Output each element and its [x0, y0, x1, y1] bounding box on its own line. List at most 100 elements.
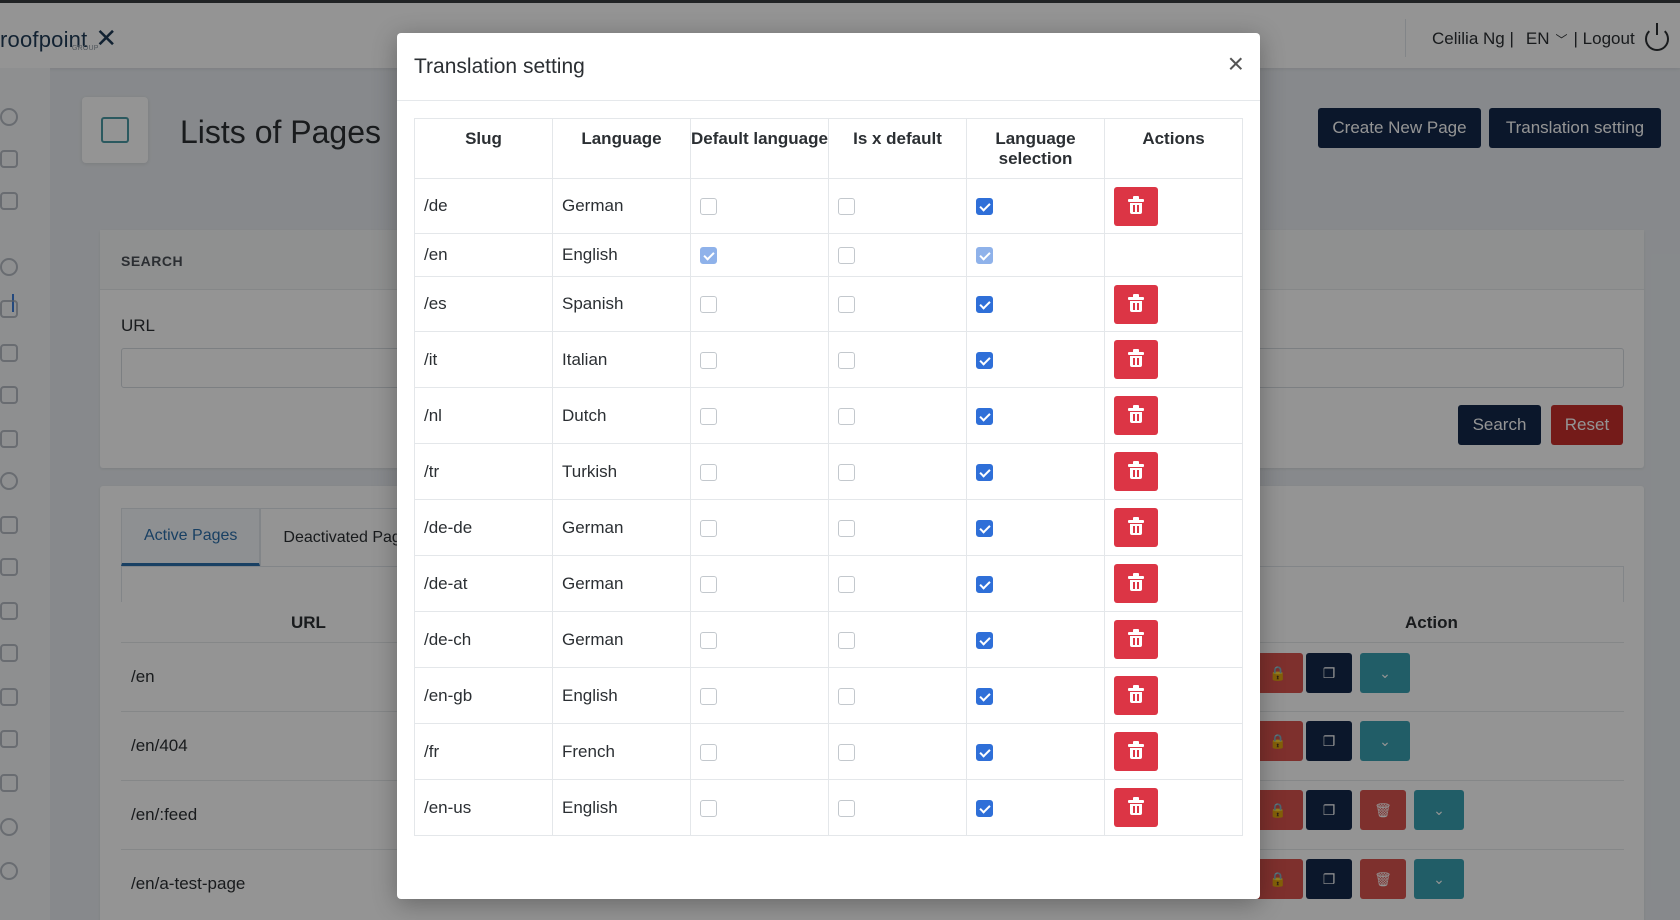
default-language-checkbox[interactable] [700, 247, 717, 265]
x-default-checkbox[interactable] [838, 407, 855, 425]
delete-language-button[interactable] [1114, 788, 1158, 827]
default-language-cell [690, 233, 829, 277]
delete-language-button[interactable] [1114, 508, 1158, 547]
language-selection-cell [966, 331, 1105, 388]
language-selection-checkbox[interactable] [976, 407, 993, 425]
slug-cell: /de-ch [414, 611, 553, 668]
language-selection-cell [966, 611, 1105, 668]
default-language-checkbox[interactable] [700, 296, 717, 314]
x-default-cell [828, 178, 967, 234]
slug-cell: /nl [414, 387, 553, 444]
delete-language-button[interactable] [1114, 340, 1158, 379]
delete-language-button[interactable] [1114, 676, 1158, 715]
default-language-checkbox[interactable] [700, 631, 717, 649]
x-default-checkbox[interactable] [838, 575, 855, 593]
language-selection-checkbox[interactable] [976, 743, 993, 761]
language-selection-checkbox[interactable] [976, 519, 993, 537]
x-default-checkbox[interactable] [838, 296, 855, 314]
slug-cell: /en [414, 233, 553, 277]
x-default-cell [828, 233, 967, 277]
default-language-cell [690, 387, 829, 444]
x-default-cell [828, 611, 967, 668]
trash-icon [1128, 629, 1144, 647]
default-language-checkbox[interactable] [700, 519, 717, 537]
default-language-cell [690, 499, 829, 556]
translation-row: /en-gb English [414, 667, 1243, 724]
default-language-checkbox[interactable] [700, 351, 717, 369]
language-selection-checkbox[interactable] [976, 631, 993, 649]
delete-language-button[interactable] [1114, 564, 1158, 603]
x-default-checkbox[interactable] [838, 198, 855, 216]
translation-row: /es Spanish [414, 276, 1243, 332]
language-selection-checkbox[interactable] [976, 687, 993, 705]
x-default-checkbox[interactable] [838, 743, 855, 761]
x-default-checkbox[interactable] [838, 247, 855, 265]
default-language-cell [690, 331, 829, 388]
language-selection-checkbox[interactable] [976, 247, 993, 265]
translation-table-body: /de German/en English/es Spanish/it Italian /… [414, 178, 1243, 836]
x-default-checkbox[interactable] [838, 519, 855, 537]
trash-icon [1128, 797, 1144, 815]
trash-icon [1128, 195, 1144, 214]
language-cell: English [552, 233, 691, 277]
language-selection-cell [966, 443, 1105, 500]
x-default-checkbox[interactable] [838, 799, 855, 817]
default-language-checkbox[interactable] [700, 687, 717, 705]
trash-icon [1128, 461, 1144, 479]
slug-cell: /de-de [414, 499, 553, 556]
default-language-checkbox[interactable] [700, 463, 717, 481]
language-selection-checkbox[interactable] [976, 198, 993, 216]
language-selection-cell [966, 276, 1105, 332]
default-language-checkbox[interactable] [700, 743, 717, 761]
language-cell: English [552, 667, 691, 724]
delete-language-button[interactable] [1114, 284, 1158, 324]
delete-language-button[interactable] [1114, 452, 1158, 491]
actions-cell [1104, 276, 1243, 332]
close-icon[interactable]: × [1228, 50, 1244, 78]
delete-language-button[interactable] [1114, 396, 1158, 435]
trash-icon [1128, 293, 1144, 312]
actions-cell [1104, 779, 1243, 836]
language-selection-checkbox[interactable] [976, 296, 993, 314]
language-selection-checkbox[interactable] [976, 351, 993, 369]
translation-setting-modal: Translation setting × Slug Language Defa… [397, 33, 1260, 899]
x-default-checkbox[interactable] [838, 463, 855, 481]
x-default-cell [828, 555, 967, 612]
default-language-cell [690, 178, 829, 234]
language-selection-checkbox[interactable] [976, 463, 993, 481]
default-language-checkbox[interactable] [700, 198, 717, 216]
x-default-checkbox[interactable] [838, 351, 855, 369]
language-cell: German [552, 178, 691, 234]
column-header-is-x-default: Is x default [828, 118, 967, 179]
actions-cell [1104, 611, 1243, 668]
default-language-cell [690, 555, 829, 612]
trash-icon [1128, 517, 1144, 535]
translation-row: /en English [414, 233, 1243, 277]
delete-language-button[interactable] [1114, 620, 1158, 659]
language-selection-cell [966, 387, 1105, 444]
x-default-checkbox[interactable] [838, 631, 855, 649]
translation-table: Slug Language Default language Is x defa… [414, 118, 1243, 836]
x-default-checkbox[interactable] [838, 687, 855, 705]
actions-cell [1104, 555, 1243, 612]
slug-cell: /en-gb [414, 667, 553, 724]
language-selection-cell [966, 723, 1105, 780]
delete-language-button[interactable] [1114, 186, 1158, 226]
translation-table-header: Slug Language Default language Is x defa… [414, 118, 1243, 179]
translation-row: /de-ch German [414, 611, 1243, 668]
column-header-default-language: Default language [690, 118, 829, 179]
language-selection-checkbox[interactable] [976, 799, 993, 817]
actions-cell [1104, 233, 1243, 277]
language-cell: French [552, 723, 691, 780]
translation-row: /en-us English [414, 779, 1243, 836]
language-selection-checkbox[interactable] [976, 575, 993, 593]
default-language-cell [690, 276, 829, 332]
x-default-cell [828, 331, 967, 388]
default-language-checkbox[interactable] [700, 799, 717, 817]
default-language-checkbox[interactable] [700, 575, 717, 593]
trash-icon [1128, 349, 1144, 367]
language-cell: German [552, 555, 691, 612]
default-language-checkbox[interactable] [700, 407, 717, 425]
delete-language-button[interactable] [1114, 732, 1158, 771]
slug-cell: /de-at [414, 555, 553, 612]
